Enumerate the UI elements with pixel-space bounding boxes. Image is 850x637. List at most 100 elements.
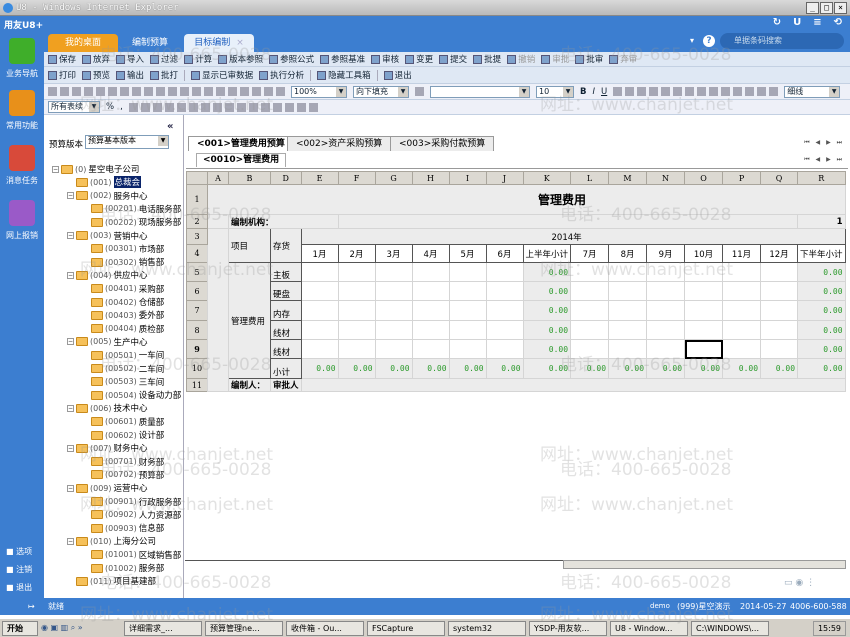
tree-node[interactable]: − (009) 运营中心 (67, 482, 148, 494)
format-tool-icon[interactable] (733, 87, 743, 96)
data-cell[interactable] (684, 339, 724, 359)
data-cell[interactable] (300, 281, 339, 301)
format-tool-icon[interactable] (156, 87, 165, 96)
table-scope-select[interactable]: 所有表续 (48, 101, 100, 113)
format-tool-icon[interactable] (296, 102, 306, 112)
tree-node[interactable]: (00402) 仓储部 (91, 296, 164, 308)
taskbar-button[interactable]: YSDP-用友软... (529, 620, 607, 636)
toolbar-button[interactable]: 放弃 (82, 53, 110, 65)
toolbar-button[interactable]: 审核 (371, 53, 399, 65)
toolbar-button[interactable]: 隐藏工具箱 (317, 69, 371, 81)
tree-node[interactable]: (00602) 设计部 (91, 429, 164, 441)
tree-node[interactable]: − (002) 服务中心 (67, 190, 148, 202)
toolbar-button[interactable]: 退出 (383, 69, 412, 81)
tree-node[interactable]: (00501) 一车间 (91, 349, 164, 361)
data-cell[interactable]: 0.00 (797, 358, 846, 379)
toolbar-button[interactable]: 显示已审数据 (191, 69, 253, 81)
row-header[interactable]: 7 (186, 300, 208, 321)
tree-node[interactable]: (00401) 采购部 (91, 283, 164, 295)
toolbar-button[interactable]: 过滤 (150, 53, 178, 65)
column-header[interactable]: O (684, 171, 724, 185)
column-header[interactable]: B (228, 171, 271, 185)
tree-node[interactable]: (00901) 行政服务部 (91, 496, 181, 508)
data-cell[interactable] (570, 300, 610, 321)
data-cell[interactable] (570, 281, 610, 301)
format-tool-icon[interactable] (769, 87, 779, 96)
font-size-select[interactable]: 10 (536, 85, 574, 98)
close-button[interactable]: × (834, 2, 847, 14)
nav-exit[interactable]: ■ 退出 (6, 582, 32, 593)
collapse-toggle-icon[interactable]: − (67, 338, 74, 346)
tree-node[interactable]: (00902) 人力资源部 (91, 509, 181, 521)
data-cell[interactable] (722, 262, 762, 282)
row-header[interactable]: 4 (186, 244, 208, 263)
data-cell[interactable]: 0.00 (797, 300, 846, 321)
data-cell[interactable] (608, 320, 648, 340)
data-cell[interactable] (337, 300, 376, 321)
data-cell[interactable] (570, 320, 610, 340)
data-cell[interactable]: 0.00 (522, 262, 572, 282)
format-tool-icon[interactable] (96, 87, 105, 96)
format-tool-icon[interactable] (212, 102, 222, 112)
row-header[interactable]: 2 (186, 214, 208, 229)
tab-target-edit[interactable]: 目标编制 × (184, 34, 254, 52)
tree-node[interactable]: − (003) 营销中心 (67, 230, 148, 242)
tree-node[interactable]: (00903) 信息部 (91, 522, 164, 534)
format-tool-icon[interactable] (48, 87, 57, 96)
format-tool-icon[interactable] (180, 87, 189, 96)
data-cell[interactable]: 0.00 (608, 358, 648, 379)
format-tool-icon[interactable] (152, 102, 162, 112)
column-header[interactable]: Q (760, 171, 799, 185)
toolbar-button[interactable]: 批审 (575, 53, 603, 65)
tree-node[interactable]: (001) 总裁会 (76, 176, 142, 189)
quick-launch-icons[interactable]: ◉ ▣ ▥ ⌕ » (41, 623, 121, 633)
format-tool-icon[interactable] (128, 102, 138, 112)
version-select[interactable]: 预算基本版本 (85, 135, 169, 149)
fill-select[interactable]: 向下填充 (353, 85, 409, 98)
data-cell[interactable] (448, 339, 487, 359)
toolbar-button[interactable]: 撤销 (507, 53, 535, 65)
taskbar-button[interactable]: 收件箱 - Ou... (286, 620, 364, 636)
menu-icon[interactable]: ≡ (813, 17, 821, 28)
taskbar-button[interactable]: system32 (448, 620, 526, 636)
comma-button[interactable]: , (120, 102, 123, 112)
data-cell[interactable] (760, 300, 799, 321)
horizontal-scrollbar[interactable] (563, 560, 846, 569)
data-cell[interactable] (485, 320, 524, 340)
data-cell[interactable] (411, 339, 450, 359)
data-cell[interactable]: 0.00 (684, 358, 724, 379)
column-header[interactable]: R (797, 171, 846, 185)
start-button[interactable]: 开始 (2, 620, 38, 636)
tab-budget-edit[interactable]: 编制预算 (120, 34, 180, 52)
format-tool-icon[interactable] (308, 102, 318, 112)
subtab-nav[interactable]: ⏮ ◀ ▶ ⏭ (804, 156, 844, 164)
spreadsheet-grid[interactable]: A B D E F G H I J K L M N O P Q R 1 管理费用 2 编制机构： 1 3 项目 存货 2014年 4… (186, 171, 846, 392)
data-cell[interactable] (570, 262, 610, 282)
format-tool-icon[interactable] (721, 87, 731, 96)
data-cell[interactable] (722, 281, 762, 301)
format-tool-icon[interactable] (188, 102, 198, 112)
format-tool-icon[interactable] (661, 87, 671, 96)
format-tool-icon[interactable] (228, 87, 237, 96)
data-cell[interactable] (374, 281, 413, 301)
column-header[interactable]: M (608, 171, 648, 185)
column-header[interactable]: J (485, 171, 524, 185)
format-tool-icon[interactable] (613, 87, 623, 96)
row-header[interactable]: 8 (186, 320, 208, 340)
format-tool-icon[interactable] (164, 102, 174, 112)
format-tool-icon[interactable] (140, 102, 150, 112)
toolbar-button[interactable]: 预览 (82, 69, 110, 81)
format-tool-icon[interactable] (60, 87, 69, 96)
nav-item-online-expense[interactable]: 网上报销 (0, 200, 44, 241)
column-header[interactable]: G (374, 171, 413, 185)
data-cell[interactable] (448, 262, 487, 282)
column-header[interactable]: H (411, 171, 450, 185)
data-cell[interactable]: 0.00 (522, 281, 572, 301)
data-cell[interactable] (608, 300, 648, 321)
format-tool-icon[interactable] (757, 87, 767, 96)
percent-button[interactable]: % (106, 102, 114, 112)
collapse-toggle-icon[interactable]: − (52, 165, 59, 173)
data-cell[interactable]: 0.00 (522, 339, 572, 359)
tree-node[interactable]: (01001) 区域销售部 (91, 549, 181, 561)
data-cell[interactable] (570, 339, 610, 359)
